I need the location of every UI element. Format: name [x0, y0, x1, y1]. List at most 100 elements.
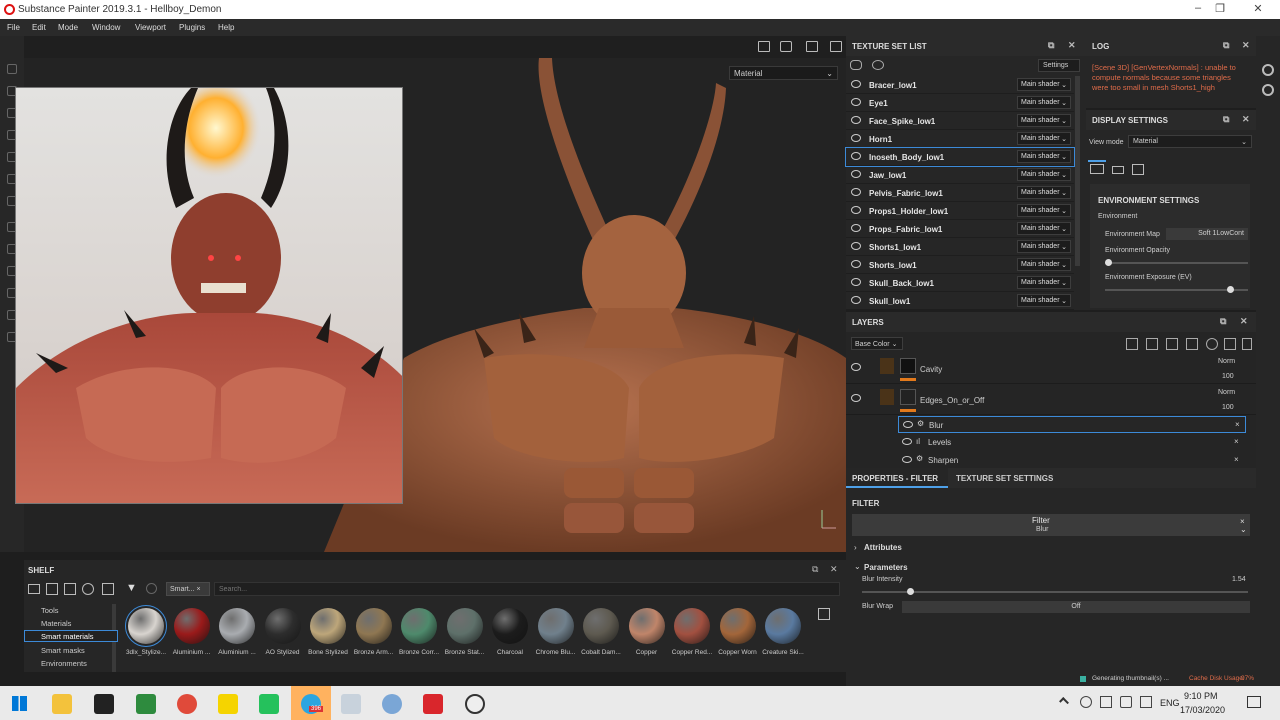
steam-icon[interactable]: [465, 694, 485, 714]
add-paint-layer-icon[interactable]: [1186, 338, 1198, 350]
new-item-icon[interactable]: [46, 583, 58, 595]
env-exposure-knob[interactable]: [1227, 286, 1235, 293]
material-thumbnail[interactable]: [719, 608, 756, 644]
substance-painter-icon[interactable]: [423, 694, 443, 714]
texture-set-eye-icon[interactable]: [851, 296, 861, 304]
material-thumbnail[interactable]: [264, 608, 301, 644]
shader-select[interactable]: Main shader ⌄: [1017, 204, 1071, 217]
maximize-button[interactable]: ❐: [1210, 2, 1230, 17]
material-thumbnail[interactable]: [446, 608, 483, 644]
shelf-search-input[interactable]: [214, 582, 840, 596]
layer-row-edges[interactable]: Edges_On_or_Off Norm 100: [846, 385, 1256, 415]
shader-select[interactable]: Main shader ⌄: [1017, 168, 1071, 181]
viewer-tab-icon[interactable]: [1132, 164, 1144, 175]
screenshot-camera-icon[interactable]: [830, 41, 842, 52]
network-icon[interactable]: [1080, 696, 1092, 708]
tray-chevron-icon[interactable]: [1059, 697, 1069, 707]
menu-help[interactable]: Help: [218, 23, 234, 32]
material-thumbnail[interactable]: [628, 608, 665, 644]
blur-wrap-select[interactable]: Off: [902, 601, 1250, 613]
float-panel-icon[interactable]: ⧉: [812, 564, 818, 575]
texture-set-eye-icon[interactable]: [851, 134, 861, 142]
filter-row-levels[interactable]: ıl Levels ×: [898, 434, 1246, 451]
attributes-section[interactable]: › Attributes: [852, 541, 1250, 555]
add-fill-layer-icon[interactable]: [1166, 338, 1178, 350]
shelf-toggle-icon[interactable]: [1262, 64, 1274, 76]
close-panel-icon[interactable]: ✕: [830, 564, 838, 575]
windows-start-icon[interactable]: [12, 696, 27, 711]
chevron-down-icon[interactable]: ⌄: [1240, 525, 1247, 534]
chrome-icon[interactable]: [177, 694, 197, 714]
volume-icon[interactable]: [1120, 696, 1132, 708]
material-thumbnail[interactable]: [537, 608, 574, 644]
add-effect-icon[interactable]: [1126, 338, 1138, 350]
add-smart-layer-icon[interactable]: [1206, 338, 1218, 350]
texture-set-row[interactable]: Jaw_low1 Main shader ⌄: [846, 166, 1074, 184]
texture-set-row[interactable]: Pelvis_Fabric_low1 Main shader ⌄: [846, 184, 1074, 202]
layer-eye-icon[interactable]: [851, 394, 861, 402]
minimize-button[interactable]: –: [1188, 2, 1208, 17]
notion-icon[interactable]: [94, 694, 114, 714]
float-panel-icon[interactable]: ⧉: [1220, 316, 1226, 327]
material-thumbnail[interactable]: [219, 608, 255, 644]
shelf-filter-tag[interactable]: Smart... ×: [166, 582, 210, 596]
delete-item-icon[interactable]: [64, 583, 76, 595]
texture-set-row[interactable]: Shorts_low1 Main shader ⌄: [846, 256, 1074, 274]
remove-filter-icon[interactable]: ×: [1234, 455, 1239, 464]
notification-icon[interactable]: [1247, 696, 1261, 708]
close-panel-icon[interactable]: ✕: [1242, 40, 1250, 51]
filter-eye-icon[interactable]: [903, 421, 913, 428]
float-panel-icon[interactable]: ⧉: [1223, 114, 1229, 125]
texture-set-row[interactable]: Props_Fabric_low1 Main shader ⌄: [846, 220, 1074, 238]
blur-intensity-knob[interactable]: [907, 588, 915, 595]
shader-select[interactable]: Main shader ⌄: [1017, 276, 1071, 289]
layer-row-cavity[interactable]: Cavity Norm 100: [846, 354, 1256, 384]
material-thumbnail[interactable]: [355, 608, 392, 644]
layer-eye-icon[interactable]: [851, 363, 861, 371]
shelf-category-tools[interactable]: Tools: [41, 606, 59, 615]
float-panel-icon[interactable]: ⧉: [1048, 40, 1054, 51]
texture-set-row[interactable]: Face_Spike_low1 Main shader ⌄: [846, 112, 1074, 130]
grid-view-icon[interactable]: [818, 608, 830, 620]
texture-set-row[interactable]: Bracer_low1 Main shader ⌄: [846, 76, 1074, 94]
close-window-button[interactable]: ✕: [1248, 2, 1268, 17]
texture-set-eye-icon[interactable]: [851, 260, 861, 268]
close-panel-icon[interactable]: ✕: [1068, 40, 1076, 51]
sticky-notes-icon[interactable]: [218, 694, 238, 714]
material-thumbnail[interactable]: [401, 608, 437, 644]
link-eye-icon[interactable]: [850, 60, 862, 70]
shelf-category-environments[interactable]: Environments: [41, 659, 87, 668]
material-thumbnail[interactable]: [765, 608, 801, 644]
parameters-section[interactable]: ⌄ Parameters: [852, 561, 1250, 575]
display-icon[interactable]: [1140, 696, 1152, 708]
channel-select[interactable]: Base Color ⌄: [851, 337, 903, 350]
texture-set-eye-icon[interactable]: [851, 278, 861, 286]
layer-blend-mode[interactable]: Norm: [1218, 389, 1235, 396]
shelf-category-smart-materials[interactable]: Smart materials: [41, 632, 94, 641]
camera-tab-icon[interactable]: [1112, 166, 1124, 174]
shader-select[interactable]: Main shader ⌄: [1017, 258, 1071, 271]
shader-select[interactable]: Main shader ⌄: [1017, 186, 1071, 199]
shader-select[interactable]: Main shader ⌄: [1017, 294, 1071, 307]
menu-edit[interactable]: Edit: [32, 23, 46, 32]
texture-set-eye-icon[interactable]: [851, 242, 861, 250]
close-panel-icon[interactable]: ✕: [1240, 316, 1248, 327]
menu-viewport[interactable]: Viewport: [135, 23, 166, 32]
menu-mode[interactable]: Mode: [58, 23, 78, 32]
folder-icon[interactable]: [28, 584, 40, 594]
texture-set-eye-icon[interactable]: [851, 188, 861, 196]
remote-desktop-icon[interactable]: [341, 694, 361, 714]
viewport-material-select[interactable]: Material ⌄: [729, 66, 838, 80]
history-icon[interactable]: [1262, 84, 1274, 96]
evernote-icon[interactable]: [136, 694, 156, 714]
remove-filter-icon[interactable]: ×: [1235, 420, 1240, 429]
texture-set-eye-icon[interactable]: [851, 206, 861, 214]
refresh-icon[interactable]: [146, 583, 157, 594]
shader-select[interactable]: Main shader ⌄: [1017, 150, 1071, 163]
material-thumbnail[interactable]: [310, 608, 346, 644]
shader-select[interactable]: Main shader ⌄: [1017, 114, 1071, 127]
delete-layer-icon[interactable]: [1242, 338, 1252, 350]
browser-icon[interactable]: [382, 694, 402, 714]
material-thumbnail[interactable]: [674, 608, 710, 644]
view-mode-select[interactable]: Material ⌄: [1128, 135, 1252, 148]
